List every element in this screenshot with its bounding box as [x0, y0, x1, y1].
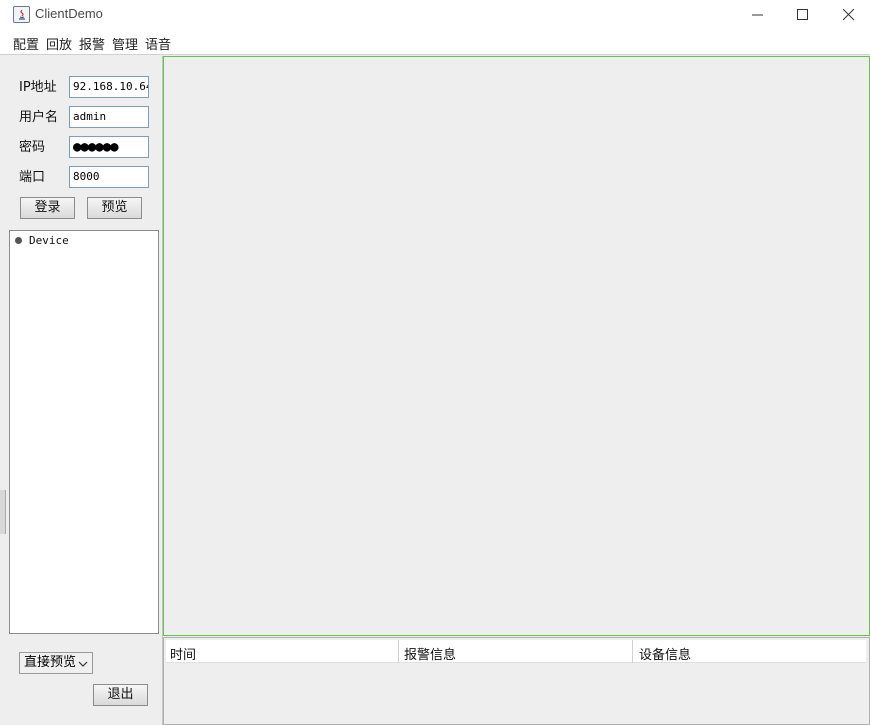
minimize-button[interactable]	[735, 0, 781, 30]
menu-manage[interactable]: 管理	[112, 34, 138, 53]
password-label: 密码	[19, 140, 46, 155]
window-title: ClientDemo	[35, 6, 103, 21]
menu-bar: 配置 回放 报警 管理 语音	[0, 30, 870, 54]
close-icon	[843, 9, 855, 21]
preview-mode-select[interactable]: 直接预览	[19, 652, 93, 674]
column-divider	[632, 640, 633, 663]
alarm-table-header: 时间 报警信息 设备信息	[166, 640, 866, 663]
chevron-down-icon	[78, 661, 88, 667]
exit-button[interactable]: 退出	[93, 684, 148, 706]
menu-playback[interactable]: 回放	[46, 34, 72, 53]
column-device-info[interactable]: 设备信息	[639, 644, 691, 663]
device-tree[interactable]: Device	[9, 230, 159, 634]
username-input[interactable]: admin	[69, 106, 149, 128]
column-alarm-info[interactable]: 报警信息	[404, 644, 456, 663]
java-app-icon	[13, 6, 30, 23]
close-button[interactable]	[826, 0, 870, 30]
background-window-fragment	[0, 490, 6, 534]
port-label: 端口	[19, 170, 46, 185]
preview-mode-value: 直接预览	[24, 655, 77, 670]
menu-alarm[interactable]: 报警	[79, 34, 105, 53]
port-input[interactable]: 8000	[69, 166, 149, 188]
column-divider	[398, 640, 399, 663]
preview-button[interactable]: 预览	[87, 197, 142, 219]
tree-node-device[interactable]: Device	[29, 234, 69, 247]
minimize-icon	[752, 14, 763, 16]
ip-input[interactable]: 92.168.10.64	[69, 76, 149, 98]
video-preview-area[interactable]	[163, 56, 870, 636]
column-time[interactable]: 时间	[170, 644, 196, 663]
tree-node-bullet-icon	[15, 237, 22, 244]
password-input[interactable]: ●●●●●●	[69, 136, 149, 158]
menu-voice[interactable]: 语音	[145, 34, 171, 53]
title-bar: ClientDemo	[0, 0, 870, 30]
login-button[interactable]: 登录	[20, 197, 75, 219]
maximize-icon	[797, 9, 808, 20]
maximize-button[interactable]	[780, 0, 826, 30]
username-label: 用户名	[19, 110, 59, 125]
ip-label: IP地址	[19, 80, 57, 95]
menu-config[interactable]: 配置	[13, 34, 39, 53]
